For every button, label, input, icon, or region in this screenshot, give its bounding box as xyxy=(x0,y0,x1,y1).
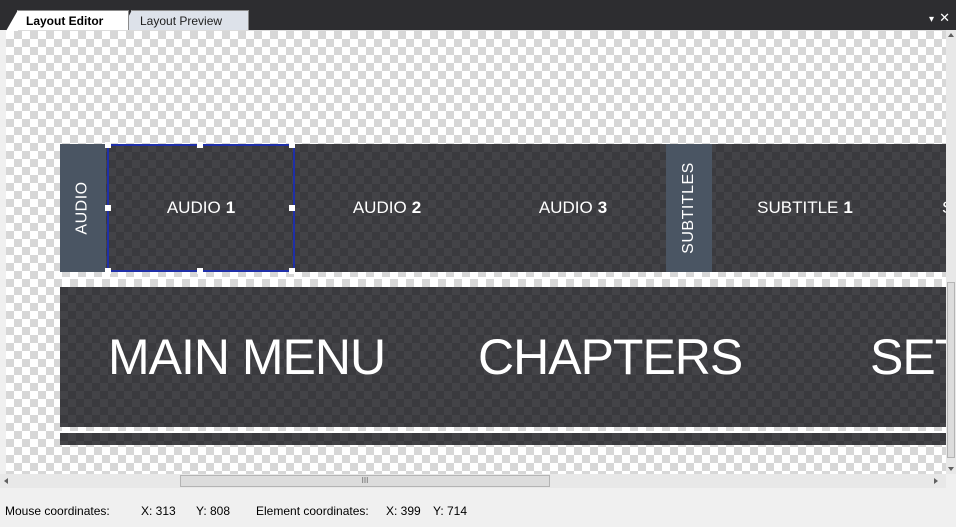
chapters-button[interactable]: CHAPTERS xyxy=(478,287,743,427)
resize-handle-top-left[interactable] xyxy=(105,142,111,148)
horizontal-scroll-thumb[interactable]: III xyxy=(180,475,550,487)
bottom-bar[interactable] xyxy=(60,433,946,445)
scroll-left-icon[interactable] xyxy=(4,478,8,484)
audio-2-number: 2 xyxy=(411,198,422,217)
scrollbar-corner xyxy=(946,474,956,488)
layout-canvas[interactable]: AUDIO AUDIO 1 AUDIO 2 AUDIO 3 SUBTITLES SUB… xyxy=(6,30,946,474)
vertical-scrollbar[interactable] xyxy=(946,30,956,474)
subtitles-section-label[interactable]: SUBTITLES xyxy=(666,144,712,272)
horizontal-scrollbar[interactable]: III xyxy=(0,474,946,488)
mouse-coordinates-label: Mouse coordinates: xyxy=(5,504,110,518)
scroll-up-icon[interactable] xyxy=(948,33,954,37)
scroll-grip-icon: III xyxy=(361,476,369,485)
resize-handle-middle-right[interactable] xyxy=(289,205,295,211)
resize-handle-bottom-center[interactable] xyxy=(197,268,203,274)
element-x-value: X: 399 xyxy=(386,504,421,518)
mouse-y-value: Y: 808 xyxy=(196,504,231,518)
resize-handle-top-center[interactable] xyxy=(197,142,203,148)
resize-handle-top-right[interactable] xyxy=(289,142,295,148)
audio-3-number: 3 xyxy=(597,198,608,217)
scroll-right-icon[interactable] xyxy=(934,478,938,484)
audio-3-button[interactable]: AUDIO 3 xyxy=(480,144,666,272)
scroll-down-icon[interactable] xyxy=(948,467,954,471)
main-menu-bar[interactable]: MAIN MENU CHAPTERS SET xyxy=(60,287,946,427)
vertical-scroll-thumb[interactable] xyxy=(947,282,955,458)
resize-handle-bottom-left[interactable] xyxy=(105,268,111,274)
subtitles-section-label-text: SUBTITLES xyxy=(680,162,698,254)
audio-section-label[interactable]: AUDIO xyxy=(60,144,106,272)
subtitle-2-button-clipped[interactable]: S xyxy=(898,144,946,272)
document-tab-strip: Layout Editor Layout Preview ▾ ✕ xyxy=(0,0,956,31)
status-bar: Mouse coordinates: X: 313 Y: 808 Element… xyxy=(0,496,956,527)
main-menu-button[interactable]: MAIN MENU xyxy=(108,287,386,427)
selection-box[interactable] xyxy=(105,142,295,274)
audio-2-label: AUDIO xyxy=(352,198,407,217)
setup-button-clipped[interactable]: SET xyxy=(870,287,946,427)
audio-subtitle-bar[interactable]: AUDIO AUDIO 1 AUDIO 2 AUDIO 3 SUBTITLES SUB… xyxy=(60,142,946,274)
element-coordinates-label: Element coordinates: xyxy=(256,504,369,518)
element-y-value: Y: 714 xyxy=(433,504,468,518)
subtitle-1-number: 1 xyxy=(843,198,853,217)
close-icon[interactable]: ✕ xyxy=(939,10,950,26)
tab-layout-editor[interactable]: Layout Editor xyxy=(6,10,129,31)
audio-3-label: AUDIO xyxy=(538,198,593,217)
resize-handle-middle-left[interactable] xyxy=(105,205,111,211)
resize-handle-bottom-right[interactable] xyxy=(289,268,295,274)
subtitle-1-button[interactable]: SUBTITLE 1 xyxy=(712,144,898,272)
mouse-x-value: X: 313 xyxy=(141,504,176,518)
audio-2-button[interactable]: AUDIO 2 xyxy=(294,144,480,272)
subtitle-1-label: SUBTITLE xyxy=(757,198,839,217)
window-position-dropdown-icon[interactable]: ▾ xyxy=(929,12,934,28)
tab-layout-preview[interactable]: Layout Preview xyxy=(121,10,249,31)
audio-section-label-text: AUDIO xyxy=(74,181,92,235)
divider-line xyxy=(60,277,946,279)
